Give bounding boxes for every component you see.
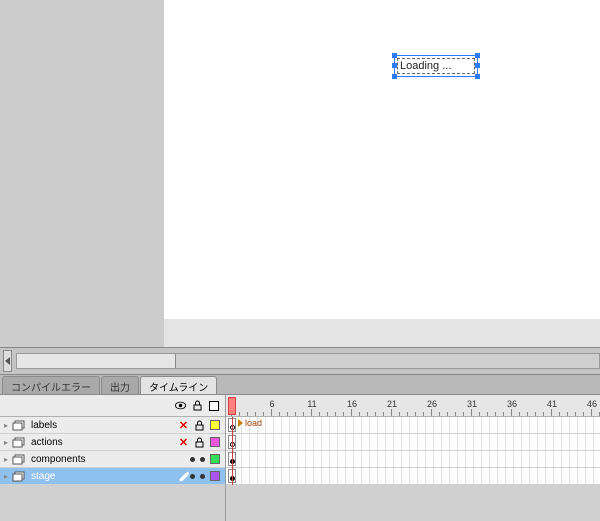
ruler-label: 16 <box>347 399 357 409</box>
layer-color-swatch[interactable] <box>210 454 220 464</box>
expand-toggle[interactable] <box>0 421 12 430</box>
pasteboard-left <box>0 0 164 347</box>
visibility-dot-icon[interactable] <box>190 474 195 479</box>
panel-divider[interactable] <box>0 347 600 375</box>
layer-icon <box>12 470 26 482</box>
layer-icon <box>12 453 26 465</box>
ruler-label: 6 <box>269 399 274 409</box>
lock-icon[interactable] <box>194 437 205 448</box>
frames-footer <box>226 485 600 521</box>
document-area: Loading ... <box>0 0 600 347</box>
lock-dot-icon[interactable] <box>200 474 205 479</box>
expand-toggle[interactable] <box>0 438 12 447</box>
tab-compiler-errors[interactable]: コンパイルエラー <box>2 376 100 394</box>
resize-handle[interactable] <box>475 74 480 79</box>
layer-name[interactable]: components <box>29 454 190 465</box>
eye-icon[interactable] <box>175 400 186 411</box>
layer-color-swatch[interactable] <box>210 437 220 447</box>
ruler-label: 41 <box>547 399 557 409</box>
frame-row[interactable] <box>226 451 600 468</box>
pencil-icon <box>179 471 190 482</box>
keyframe[interactable] <box>228 418 236 432</box>
resize-handle[interactable] <box>475 53 480 58</box>
layers-footer <box>0 485 225 521</box>
frame-row[interactable]: load <box>226 417 600 434</box>
layer-name[interactable]: labels <box>29 420 178 431</box>
stage[interactable]: Loading ... <box>164 0 600 319</box>
layer-icon <box>12 419 26 431</box>
resize-handle[interactable] <box>475 63 480 68</box>
pasteboard-bottom <box>164 319 600 347</box>
frame-ruler[interactable]: 161116212631364146 <box>226 395 600 417</box>
visibility-dot-icon[interactable] <box>190 457 195 462</box>
ruler-label: 46 <box>587 399 597 409</box>
scrollbar-thumb[interactable] <box>175 354 599 368</box>
tab-timeline[interactable]: タイムライン <box>140 376 217 394</box>
outline-toggle-icon[interactable] <box>209 401 219 411</box>
layer-row[interactable]: actions✕ <box>0 434 225 451</box>
horizontal-scrollbar[interactable] <box>16 353 600 369</box>
lock-dot-icon[interactable] <box>200 457 205 462</box>
keyframe[interactable] <box>228 435 236 449</box>
lock-icon[interactable] <box>192 400 203 411</box>
expand-toggle[interactable] <box>0 472 12 481</box>
layers-column: labels✕actions✕componentsstage <box>0 395 226 521</box>
layer-color-swatch[interactable] <box>210 471 220 481</box>
layer-icon <box>12 436 26 448</box>
expand-toggle[interactable] <box>0 455 12 464</box>
bottom-panel: コンパイルエラー 出力 タイムライン labels✕actions✕compon… <box>0 375 600 521</box>
playhead[interactable] <box>228 397 236 415</box>
text-content[interactable]: Loading ... <box>397 58 475 74</box>
layer-name[interactable]: actions <box>29 437 178 448</box>
keyframe[interactable] <box>228 469 236 483</box>
app-root: Loading ... コンパイルエラー 出力 タイムライン <box>0 0 600 521</box>
ruler-label: 36 <box>507 399 517 409</box>
frame-label[interactable]: load <box>238 418 262 428</box>
ruler-label: 26 <box>427 399 437 409</box>
panel-tabs: コンパイルエラー 出力 タイムライン <box>0 375 600 394</box>
frame-row[interactable] <box>226 434 600 451</box>
tab-output[interactable]: 出力 <box>101 376 139 394</box>
layer-color-swatch[interactable] <box>210 420 220 430</box>
ruler-label: 21 <box>387 399 397 409</box>
ruler-label: 31 <box>467 399 477 409</box>
visibility-off-icon[interactable]: ✕ <box>178 436 189 449</box>
layer-row[interactable]: labels✕ <box>0 417 225 434</box>
keyframe[interactable] <box>228 452 236 466</box>
frame-row[interactable] <box>226 468 600 485</box>
visibility-off-icon[interactable]: ✕ <box>178 419 189 432</box>
layers-header <box>0 395 225 417</box>
collapse-toggle[interactable] <box>3 350 12 372</box>
ruler-label: 11 <box>307 399 316 409</box>
lock-icon[interactable] <box>194 420 205 431</box>
layer-name[interactable]: stage <box>29 471 179 482</box>
frames-column: 161116212631364146 load <box>226 395 600 521</box>
stage-wrap: Loading ... <box>164 0 600 347</box>
timeline-panel: labels✕actions✕componentsstage 161116212… <box>0 394 600 521</box>
layer-row[interactable]: stage <box>0 468 225 485</box>
layer-row[interactable]: components <box>0 451 225 468</box>
selected-text-field[interactable]: Loading ... <box>394 55 478 77</box>
resize-handle[interactable] <box>392 74 397 79</box>
